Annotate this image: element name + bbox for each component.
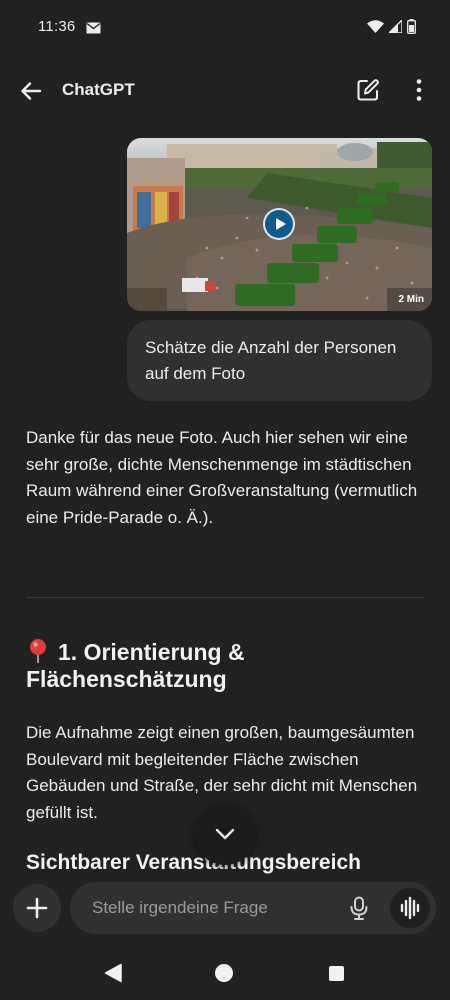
composer: Stelle irgendeine Frage <box>0 877 450 941</box>
mic-icon[interactable] <box>346 895 372 921</box>
app-title: ChatGPT <box>62 80 135 99</box>
wifi-icon <box>367 20 384 38</box>
app-bar: ChatGPT <box>0 64 450 116</box>
section-heading: 1. Orientierung & Flächenschätzung <box>26 638 426 693</box>
status-icons <box>367 18 416 39</box>
assistant-intro: Danke für das neue Foto. Auch hier sehen… <box>26 428 418 527</box>
message-input[interactable]: Stelle irgendeine Frage <box>70 882 436 934</box>
nav-back-icon[interactable] <box>103 963 123 983</box>
plus-icon <box>26 897 48 919</box>
plus-button[interactable] <box>13 884 61 932</box>
pin-icon <box>26 638 50 664</box>
chevron-down-icon <box>215 828 235 840</box>
status-time: 11:36 <box>38 18 76 35</box>
input-placeholder: Stelle irgendeine Frage <box>92 898 268 917</box>
battery-icon <box>407 19 416 39</box>
section-heading-text: 1. Orientierung & Flächenschätzung <box>26 639 245 692</box>
divider <box>26 597 424 598</box>
system-nav-bar <box>0 945 450 1000</box>
back-arrow-icon[interactable] <box>16 76 46 106</box>
scroll-down-button[interactable] <box>194 803 256 865</box>
status-bar: 11:36 <box>0 0 450 56</box>
user-message: Schätze die Anzahl der Personen auf dem … <box>127 320 432 401</box>
mail-icon <box>86 21 101 39</box>
chat-thread[interactable]: 2 Min Schätze die Anzahl der Personen au… <box>0 130 450 875</box>
nav-recents-icon[interactable] <box>329 966 344 981</box>
video-duration: 2 Min <box>398 294 424 305</box>
edit-icon[interactable] <box>355 77 381 103</box>
play-icon[interactable] <box>263 208 295 240</box>
chat-screen: 11:36 ChatGPT 2 Min Schätze die Anzahl d… <box>0 0 450 1000</box>
more-vertical-icon[interactable] <box>408 77 430 103</box>
user-video-thumbnail[interactable]: 2 Min <box>127 138 432 311</box>
voice-mode-icon[interactable] <box>390 888 430 928</box>
signal-icon <box>387 18 403 38</box>
nav-home-icon[interactable] <box>215 964 233 982</box>
